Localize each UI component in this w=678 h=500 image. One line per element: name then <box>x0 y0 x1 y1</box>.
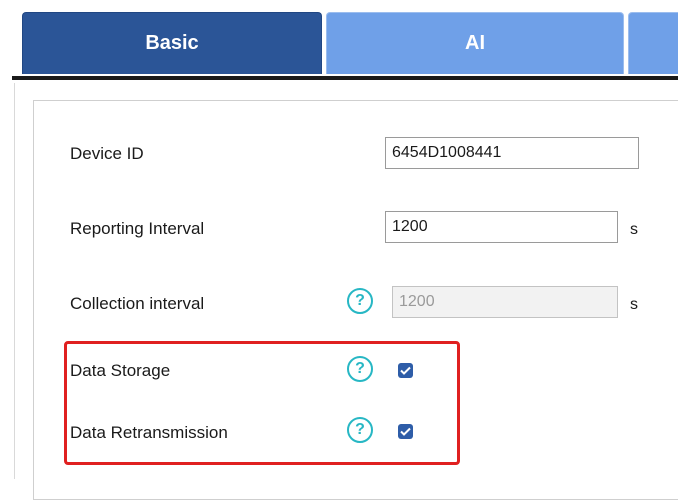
question-circle-icon[interactable]: ? <box>347 288 373 314</box>
highlight-box <box>64 341 460 465</box>
tab-basic[interactable]: Basic <box>22 12 322 74</box>
tab-ai[interactable]: AI <box>326 12 624 74</box>
tab-underline <box>12 76 678 80</box>
collection-interval-field <box>392 286 618 318</box>
tab-bar: Basic AI <box>0 0 678 82</box>
reporting-interval-field[interactable] <box>385 211 618 243</box>
collection-interval-label: Collection interval <box>70 294 205 313</box>
reporting-interval-unit: s <box>630 221 638 238</box>
panel-divider <box>14 83 15 479</box>
reporting-interval-label: Reporting Interval <box>70 219 205 238</box>
device-id-label: Device ID <box>70 144 144 163</box>
device-id-field[interactable] <box>385 137 639 169</box>
tab-next[interactable] <box>628 12 678 74</box>
collection-interval-unit: s <box>630 296 638 313</box>
